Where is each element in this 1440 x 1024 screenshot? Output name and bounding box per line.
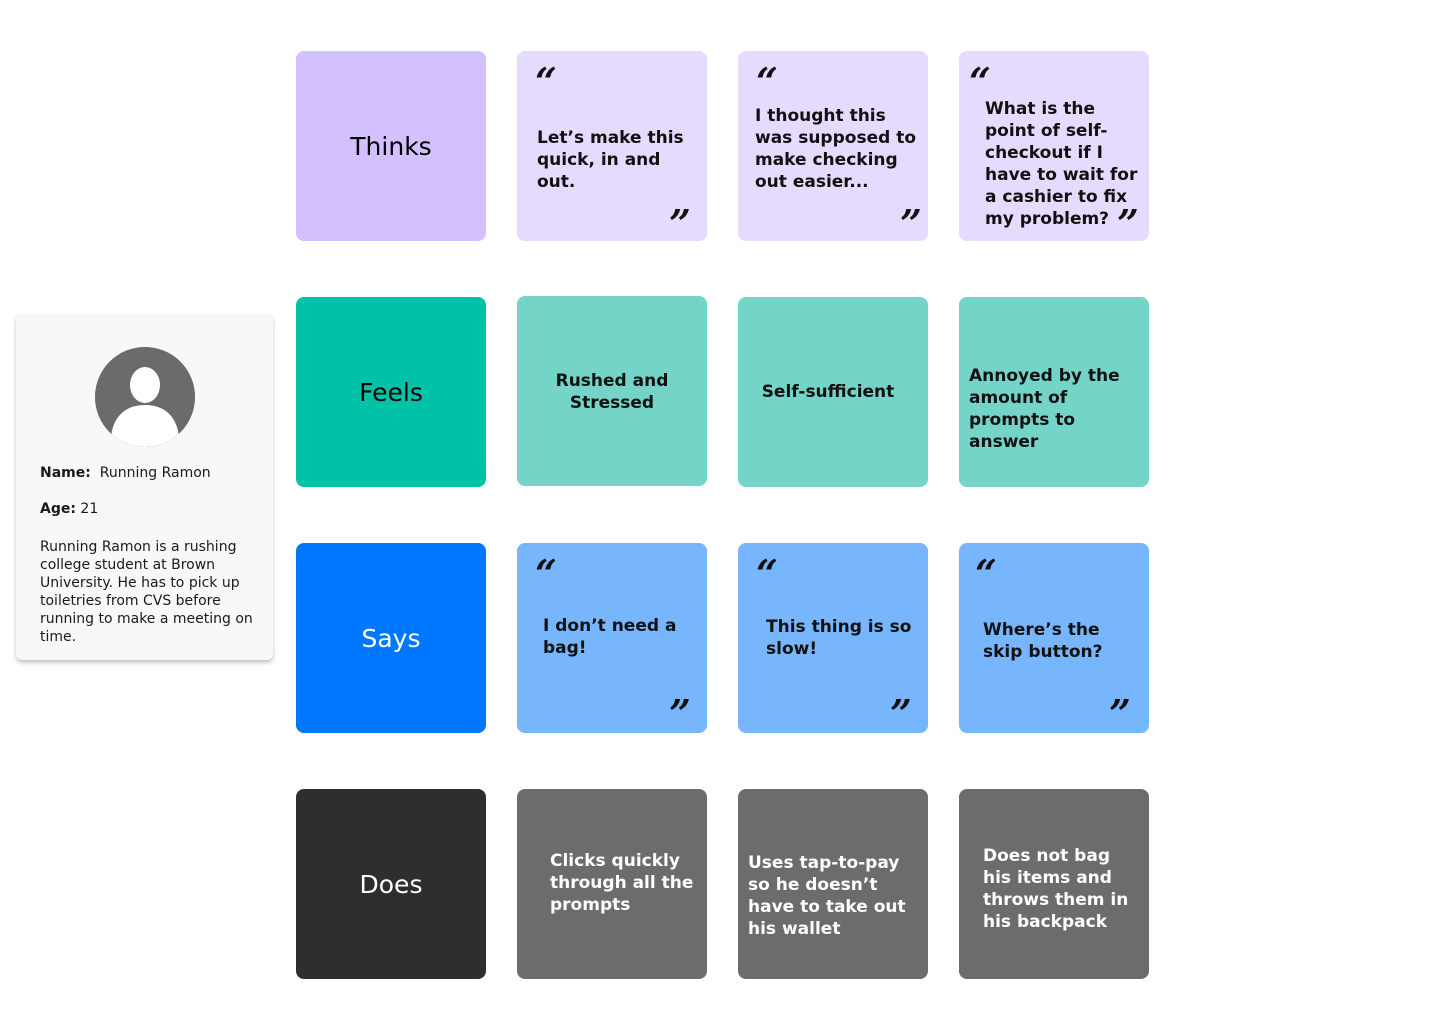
- feels-note: Rushed and Stressed: [517, 296, 707, 486]
- feels-note: Self-sufficient: [738, 297, 928, 487]
- persona-age: Age: 21: [40, 500, 98, 518]
- feels-note-text: Self-sufficient: [761, 382, 895, 402]
- does-note-text: Uses tap-to-pay so he doesn’t have to ta…: [748, 853, 906, 939]
- open-quote-icon: “: [535, 551, 557, 596]
- does-note: Uses tap-to-pay so he doesn’t have to ta…: [738, 789, 928, 979]
- name-label: Name:: [40, 465, 91, 481]
- empathy-map: Name: Running Ramon Age: 21 Running Ramo…: [0, 0, 1440, 1024]
- feels-note-text: Annoyed by the amount of prompts to answ…: [969, 366, 1120, 452]
- says-note-text: Where’s the skip button?: [983, 620, 1103, 662]
- thinks-note-text: Let’s make this quick, in and out.: [537, 128, 684, 192]
- open-quote-icon: “: [969, 59, 991, 104]
- thinks-note-text: I thought this was supposed to make chec…: [755, 106, 916, 192]
- says-header-tile: Says: [296, 543, 486, 733]
- close-quote-icon: ”: [900, 201, 922, 242]
- feels-note: Annoyed by the amount of prompts to answ…: [959, 297, 1149, 487]
- does-note-text: Clicks quickly through all the prompts: [550, 851, 694, 915]
- close-quote-icon: ”: [669, 691, 691, 733]
- name-value: Running Ramon: [99, 465, 211, 481]
- open-quote-icon: “: [756, 59, 778, 104]
- thinks-note: “ What is the point of self-checkout if …: [959, 51, 1149, 241]
- persona-bio: Running Ramon is a rushing college stude…: [40, 539, 253, 645]
- says-note: “ This thing is so slow! ”: [738, 543, 928, 733]
- says-note: “ I don’t need a bag! ”: [517, 543, 707, 733]
- says-note-text: This thing is so slow!: [766, 617, 912, 659]
- open-quote-icon: “: [756, 551, 778, 596]
- close-quote-icon: ”: [669, 201, 691, 242]
- user-silhouette-icon: [95, 347, 195, 447]
- age-label: Age:: [40, 501, 76, 517]
- thinks-note: “ I thought this was supposed to make ch…: [738, 51, 928, 241]
- says-note: “ Where’s the skip button? ”: [959, 543, 1149, 733]
- does-note: Clicks quickly through all the prompts: [517, 789, 707, 979]
- persona-name: Name: Running Ramon: [40, 464, 211, 482]
- feels-label: Feels: [359, 377, 423, 407]
- feels-note-text: Rushed and Stressed: [555, 371, 669, 413]
- says-label: Says: [361, 623, 421, 653]
- thinks-note: “ Let’s make this quick, in and out. ”: [517, 51, 707, 241]
- does-note-text: Does not bag his items and throws them i…: [983, 846, 1129, 932]
- says-note-text: I don’t need a bag!: [543, 616, 677, 658]
- age-value: 21: [80, 501, 99, 517]
- does-note: Does not bag his items and throws them i…: [959, 789, 1149, 979]
- thinks-label: Thinks: [350, 131, 432, 161]
- does-label: Does: [359, 869, 423, 899]
- close-quote-icon: ”: [890, 691, 912, 733]
- does-header-tile: Does: [296, 789, 486, 979]
- persona-card: Name: Running Ramon Age: 21 Running Ramo…: [16, 314, 273, 660]
- close-quote-icon: ”: [1117, 201, 1139, 242]
- feels-header-tile: Feels: [296, 297, 486, 487]
- open-quote-icon: “: [535, 59, 557, 104]
- thinks-header-tile: Thinks: [296, 51, 486, 241]
- open-quote-icon: “: [975, 551, 997, 596]
- close-quote-icon: ”: [1109, 691, 1131, 733]
